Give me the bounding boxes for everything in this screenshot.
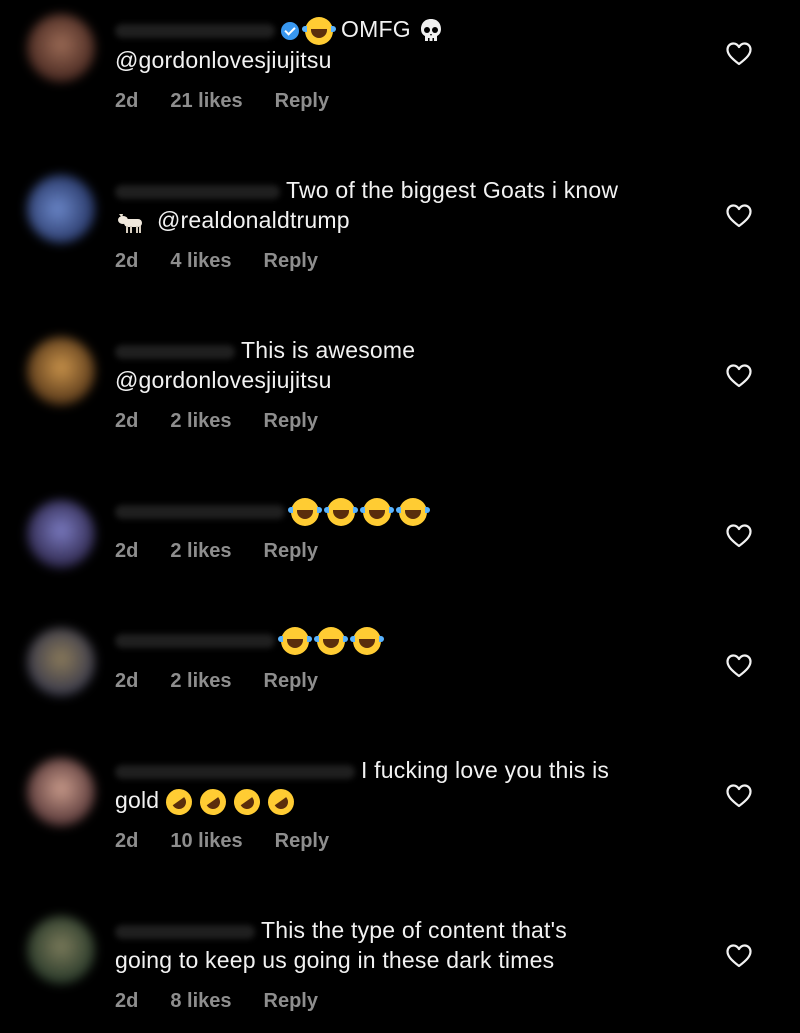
like-heart-icon[interactable] (726, 364, 752, 388)
likes-count[interactable]: 2 likes (170, 670, 231, 692)
comment-meta: 2d 4 likes Reply (115, 250, 318, 273)
timestamp: 2d (115, 830, 139, 852)
like-heart-icon[interactable] (726, 944, 752, 968)
joy-emoji-icon (324, 497, 358, 526)
rofl-emoji-icon (194, 783, 231, 821)
verified-badge-icon (281, 21, 299, 40)
avatar[interactable] (27, 500, 95, 568)
comment-text: OMFG @gordonlovesjiujitsu (115, 14, 715, 75)
joy-emoji-icon (360, 497, 394, 526)
rofl-emoji-icon (160, 783, 197, 821)
timestamp: 2d (115, 410, 139, 432)
rofl-emoji-icon (228, 783, 265, 821)
like-heart-icon[interactable] (726, 654, 752, 678)
joy-emoji-icon (278, 626, 312, 655)
username-blurred[interactable] (115, 184, 280, 199)
rofl-emoji-icon (262, 783, 299, 821)
reply-button[interactable]: Reply (264, 540, 318, 562)
like-heart-icon[interactable] (726, 42, 752, 66)
comment-message: This the type of content that's (261, 917, 567, 943)
comment-meta: 2d 2 likes Reply (115, 410, 318, 433)
mention-link[interactable]: @gordonlovesjiujitsu (115, 367, 332, 393)
comment-text: This the type of content that's going to… (115, 915, 715, 975)
comment-message: OMFG (341, 16, 411, 42)
joy-emoji-icon (302, 16, 336, 45)
avatar[interactable] (27, 14, 95, 82)
comment-text: I fucking love you this is gold (115, 755, 715, 821)
avatar[interactable] (27, 337, 95, 405)
joy-emoji-icon (288, 497, 322, 526)
joy-emoji-icon (350, 626, 384, 655)
reply-button[interactable]: Reply (264, 250, 318, 272)
mention-link[interactable]: @gordonlovesjiujitsu (115, 47, 332, 73)
joy-emoji-icon (396, 497, 430, 526)
like-heart-icon[interactable] (726, 524, 752, 548)
comment-message-cont: gold (115, 787, 160, 813)
mention-link[interactable]: @realdonaldtrump (157, 207, 350, 233)
comment-message: I fucking love you this is (361, 757, 610, 783)
goat-emoji-icon (118, 213, 142, 233)
timestamp: 2d (115, 990, 139, 1012)
joy-emoji-icon (314, 626, 348, 655)
avatar[interactable] (27, 758, 95, 826)
like-heart-icon[interactable] (726, 204, 752, 228)
comment-meta: 2d 2 likes Reply (115, 540, 318, 563)
reply-button[interactable]: Reply (264, 990, 318, 1012)
reply-button[interactable]: Reply (264, 670, 318, 692)
timestamp: 2d (115, 90, 139, 112)
reply-button[interactable]: Reply (264, 410, 318, 432)
timestamp: 2d (115, 540, 139, 562)
reply-button[interactable]: Reply (275, 830, 329, 852)
comment-message: Two of the biggest Goats i know (286, 177, 619, 203)
comment-meta: 2d 8 likes Reply (115, 990, 318, 1013)
username-blurred[interactable] (115, 633, 275, 648)
username-blurred[interactable] (115, 764, 355, 779)
comment-meta: 2d 2 likes Reply (115, 670, 318, 693)
reply-button[interactable]: Reply (275, 90, 329, 112)
avatar[interactable] (27, 628, 95, 696)
timestamp: 2d (115, 670, 139, 692)
timestamp: 2d (115, 250, 139, 272)
likes-count[interactable]: 2 likes (170, 540, 231, 562)
comment-text (115, 624, 715, 655)
comment-meta: 2d 10 likes Reply (115, 830, 329, 853)
likes-count[interactable]: 21 likes (170, 90, 242, 112)
username-blurred[interactable] (115, 504, 285, 519)
comment-message: This is awesome (241, 337, 416, 363)
avatar[interactable] (27, 175, 95, 243)
username-blurred[interactable] (115, 924, 255, 939)
avatar[interactable] (27, 916, 95, 984)
comment-meta: 2d 21 likes Reply (115, 90, 329, 113)
like-heart-icon[interactable] (726, 784, 752, 808)
username-blurred[interactable] (115, 344, 235, 359)
skull-emoji-icon (420, 18, 441, 41)
comment-text: Two of the biggest Goats i know @realdon… (115, 175, 715, 235)
likes-count[interactable]: 8 likes (170, 990, 231, 1012)
comment-message-cont: going to keep us going in these dark tim… (115, 947, 555, 973)
comment-text (115, 495, 715, 526)
likes-count[interactable]: 4 likes (170, 250, 231, 272)
username-blurred[interactable] (115, 23, 275, 38)
likes-count[interactable]: 2 likes (170, 410, 231, 432)
comment-text: This is awesome @gordonlovesjiujitsu (115, 335, 715, 395)
likes-count[interactable]: 10 likes (170, 830, 242, 852)
